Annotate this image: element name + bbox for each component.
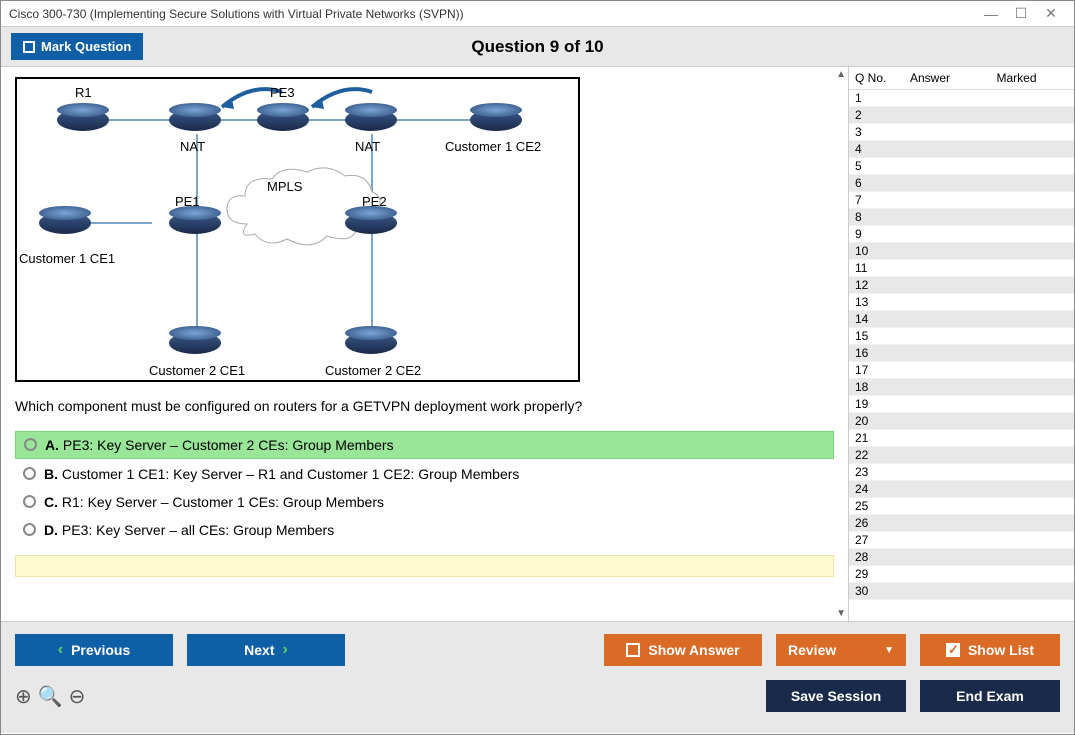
header-qno: Q No.: [855, 71, 895, 85]
chevron-right-icon: ›: [283, 641, 288, 659]
maximize-button[interactable]: ☐: [1006, 5, 1036, 22]
next-button[interactable]: Next ›: [187, 634, 345, 666]
option-C[interactable]: C. R1: Key Server – Customer 1 CEs: Grou…: [15, 489, 834, 515]
checkbox-checked-icon: [946, 643, 960, 657]
review-button[interactable]: Review ▼: [776, 634, 906, 666]
options-list: A. PE3: Key Server – Customer 2 CEs: Gro…: [15, 431, 834, 543]
label-cust2ce2: Customer 2 CE2: [325, 363, 421, 378]
list-row[interactable]: 3: [849, 124, 1074, 141]
radio-icon: [23, 467, 36, 480]
checkbox-icon: [626, 643, 640, 657]
label-pe1: PE1: [175, 194, 200, 209]
question-list[interactable]: 1234567891011121314151617181920212223242…: [849, 90, 1074, 621]
show-list-button[interactable]: Show List: [920, 634, 1060, 666]
list-row[interactable]: 4: [849, 141, 1074, 158]
label-r1: R1: [75, 85, 92, 100]
label-nat1: NAT: [180, 139, 205, 154]
title-bar: Cisco 300-730 (Implementing Secure Solut…: [1, 1, 1074, 27]
info-bar: [15, 555, 834, 577]
label-mpls: MPLS: [267, 179, 302, 194]
option-A[interactable]: A. PE3: Key Server – Customer 2 CEs: Gro…: [15, 431, 834, 459]
list-row[interactable]: 25: [849, 498, 1074, 515]
zoom-controls: ⊕ 🔍 ⊖: [15, 684, 85, 709]
bottom-bar: ‹ Previous Next › Show Answer Review ▼ S…: [1, 621, 1074, 733]
close-button[interactable]: ✕: [1036, 5, 1066, 22]
minimize-button[interactable]: —: [976, 6, 1006, 22]
list-row[interactable]: 22: [849, 447, 1074, 464]
list-row[interactable]: 1: [849, 90, 1074, 107]
list-row[interactable]: 29: [849, 566, 1074, 583]
radio-icon: [23, 495, 36, 508]
list-row[interactable]: 24: [849, 481, 1074, 498]
chevron-down-icon: ▼: [884, 645, 894, 656]
list-row[interactable]: 8: [849, 209, 1074, 226]
list-row[interactable]: 16: [849, 345, 1074, 362]
zoom-in-icon[interactable]: ⊕: [15, 684, 32, 709]
label-cust1ce2: Customer 1 CE2: [445, 139, 541, 154]
mark-question-label: Mark Question: [41, 39, 131, 54]
show-answer-button[interactable]: Show Answer: [604, 634, 762, 666]
save-session-button[interactable]: Save Session: [766, 680, 906, 712]
option-B[interactable]: B. Customer 1 CE1: Key Server – R1 and C…: [15, 461, 834, 487]
list-row[interactable]: 15: [849, 328, 1074, 345]
question-list-panel: Q No. Answer Marked 12345678910111213141…: [848, 67, 1074, 621]
mark-question-button[interactable]: Mark Question: [11, 33, 143, 60]
scroll-down-icon[interactable]: ▼: [836, 608, 846, 619]
list-row[interactable]: 28: [849, 549, 1074, 566]
radio-icon: [24, 438, 37, 451]
scroll-up-icon[interactable]: ▲: [836, 69, 846, 80]
label-cust2ce1: Customer 2 CE1: [149, 363, 245, 378]
zoom-out-icon[interactable]: ⊖: [69, 684, 86, 709]
list-row[interactable]: 2: [849, 107, 1074, 124]
header-marked: Marked: [965, 71, 1068, 85]
list-row[interactable]: 26: [849, 515, 1074, 532]
header-answer: Answer: [895, 71, 965, 85]
label-pe3: PE3: [270, 85, 295, 100]
label-pe2: PE2: [362, 194, 387, 209]
list-row[interactable]: 19: [849, 396, 1074, 413]
list-row[interactable]: 18: [849, 379, 1074, 396]
chevron-left-icon: ‹: [58, 641, 63, 659]
list-row[interactable]: 12: [849, 277, 1074, 294]
list-row[interactable]: 23: [849, 464, 1074, 481]
list-row[interactable]: 14: [849, 311, 1074, 328]
list-row[interactable]: 11: [849, 260, 1074, 277]
list-row[interactable]: 20: [849, 413, 1074, 430]
list-row[interactable]: 17: [849, 362, 1074, 379]
end-exam-button[interactable]: End Exam: [920, 680, 1060, 712]
question-text: Which component must be configured on ro…: [15, 397, 834, 417]
toolbar: Mark Question Question 9 of 10: [1, 27, 1074, 67]
question-pane: ▲: [1, 67, 848, 621]
option-D[interactable]: D. PE3: Key Server – all CEs: Group Memb…: [15, 517, 834, 543]
list-row[interactable]: 9: [849, 226, 1074, 243]
list-row[interactable]: 21: [849, 430, 1074, 447]
list-row[interactable]: 7: [849, 192, 1074, 209]
previous-button[interactable]: ‹ Previous: [15, 634, 173, 666]
list-row[interactable]: 30: [849, 583, 1074, 600]
list-row[interactable]: 5: [849, 158, 1074, 175]
radio-icon: [23, 523, 36, 536]
zoom-reset-icon[interactable]: 🔍: [38, 684, 63, 709]
list-row[interactable]: 6: [849, 175, 1074, 192]
checkbox-icon: [23, 41, 35, 53]
list-row[interactable]: 13: [849, 294, 1074, 311]
window-title: Cisco 300-730 (Implementing Secure Solut…: [9, 7, 464, 21]
network-diagram: R1 PE3 NAT NAT Customer 1 CE2 MPLS PE1 P…: [15, 77, 580, 382]
label-cust1ce1: Customer 1 CE1: [19, 251, 115, 266]
label-nat2: NAT: [355, 139, 380, 154]
question-counter: Question 9 of 10: [471, 37, 603, 57]
list-row[interactable]: 10: [849, 243, 1074, 260]
list-header: Q No. Answer Marked: [849, 67, 1074, 90]
list-row[interactable]: 27: [849, 532, 1074, 549]
